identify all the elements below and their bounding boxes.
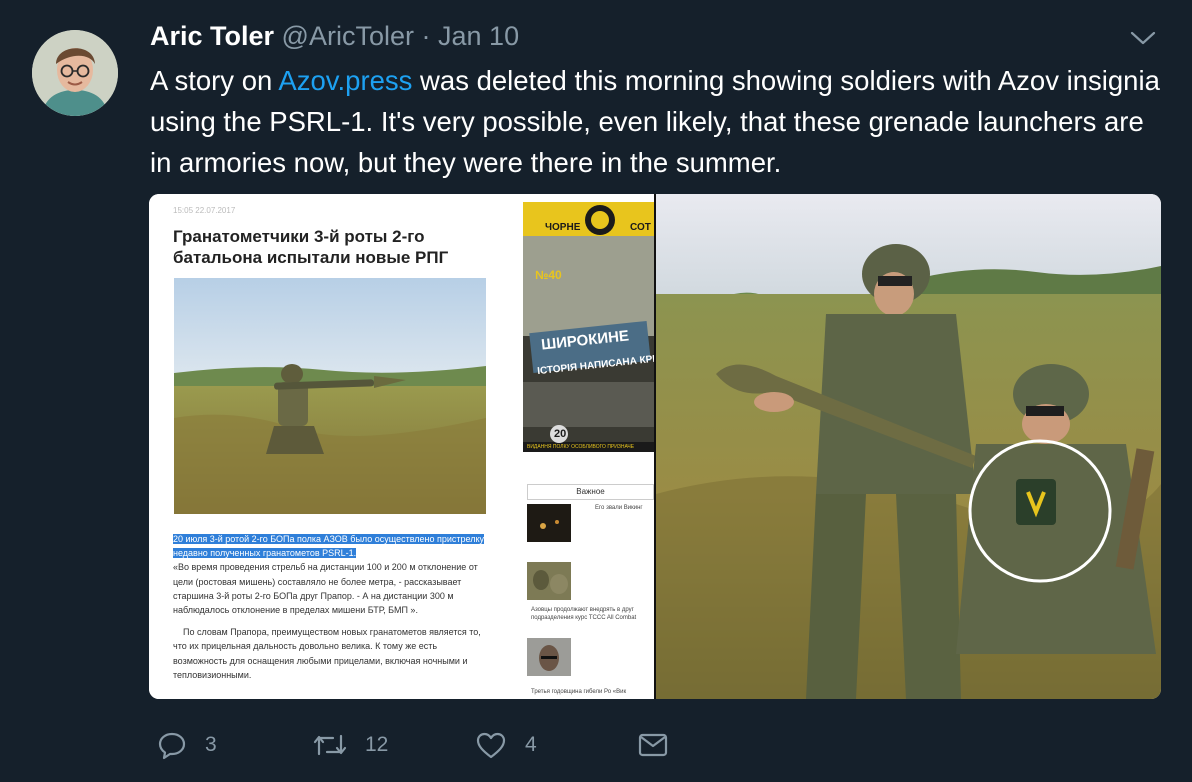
reply-count: 3 bbox=[205, 733, 217, 756]
retweet-button[interactable]: 12 bbox=[313, 727, 388, 763]
direct-message-icon bbox=[637, 730, 669, 760]
magazine-cover bbox=[523, 202, 654, 452]
article-body: 20 июля 3-й ротой 2-го БОПа полка АЗОВ б… bbox=[173, 532, 493, 690]
tweet-text-before-link: A story on bbox=[150, 65, 279, 96]
magazine-badge: 20 bbox=[554, 428, 567, 440]
tweet-media[interactable]: 15:05 22.07.2017 Гранатометчики 3-й роты… bbox=[149, 194, 1161, 699]
chevron-down-icon[interactable] bbox=[1130, 30, 1156, 46]
magazine-footer: ВИДАННЯ ПОЛКУ ОСОБЛИВОГО ПРИЗНАЧЕ bbox=[527, 444, 635, 450]
article-photo bbox=[174, 278, 486, 514]
like-button[interactable]: 4 bbox=[475, 727, 537, 763]
article-paragraph-2: По словам Прапора, преимуществом новых г… bbox=[173, 627, 481, 680]
sidebar-item-2-caption[interactable]: Азовцы продолжают внедрять в друг подраз… bbox=[531, 606, 654, 622]
separator: · bbox=[421, 21, 431, 51]
tweet-text: A story on Azov.press was deleted this m… bbox=[150, 60, 1160, 183]
sidebar-item-3-caption[interactable]: Третья годовщина гибели Ро «Вик bbox=[531, 688, 654, 696]
like-icon bbox=[475, 730, 507, 760]
tweet: Aric Toler @AricToler · Jan 10 A story o… bbox=[0, 0, 1192, 782]
tweet-actions: 3 12 4 bbox=[157, 727, 677, 763]
author-handle[interactable]: @AricToler bbox=[282, 21, 414, 51]
reply-icon bbox=[157, 730, 187, 760]
article-highlighted-text: 20 июля 3-й ротой 2-го БОПа полка АЗОВ б… bbox=[173, 534, 485, 559]
article-timestamp: 15:05 22.07.2017 bbox=[173, 206, 236, 215]
article-title: Гранатометчики 3-й роты 2-го батальона и… bbox=[173, 227, 449, 267]
direct-message-button[interactable] bbox=[637, 727, 669, 763]
article-sidebar: ЧОРНЕ СОТ №40 ШИРОКИНЕ ІСТОРІЯ НАПИСАНА … bbox=[523, 202, 656, 699]
soldiers-photo bbox=[656, 194, 1161, 699]
article-paragraph-1: «Во время проведения стрельб на дистанци… bbox=[173, 562, 478, 616]
article-screenshot: 15:05 22.07.2017 Гранатометчики 3-й роты… bbox=[149, 194, 656, 699]
magazine-issue: №40 bbox=[535, 268, 562, 282]
sidebar-item-3-thumbnail[interactable] bbox=[527, 638, 571, 676]
tweet-date[interactable]: Jan 10 bbox=[438, 21, 519, 51]
reply-button[interactable]: 3 bbox=[157, 727, 217, 763]
retweet-count: 12 bbox=[365, 733, 389, 756]
retweet-icon bbox=[313, 730, 347, 760]
sidebar-heading: Важное bbox=[527, 484, 654, 500]
sidebar-item-1-caption[interactable]: Его звали Викинг bbox=[595, 504, 655, 512]
magazine-banner-left: ЧОРНЕ bbox=[545, 222, 581, 233]
avatar[interactable] bbox=[32, 30, 118, 116]
tweet-header: Aric Toler @AricToler · Jan 10 bbox=[150, 20, 519, 52]
author-name[interactable]: Aric Toler bbox=[150, 21, 274, 51]
sidebar-item-2-thumbnail[interactable] bbox=[527, 562, 571, 600]
azov-press-link[interactable]: Azov.press bbox=[278, 65, 412, 96]
sidebar-item-1-thumbnail[interactable] bbox=[527, 504, 571, 542]
magazine-banner-right: СОТ bbox=[630, 222, 651, 233]
like-count: 4 bbox=[525, 733, 537, 756]
